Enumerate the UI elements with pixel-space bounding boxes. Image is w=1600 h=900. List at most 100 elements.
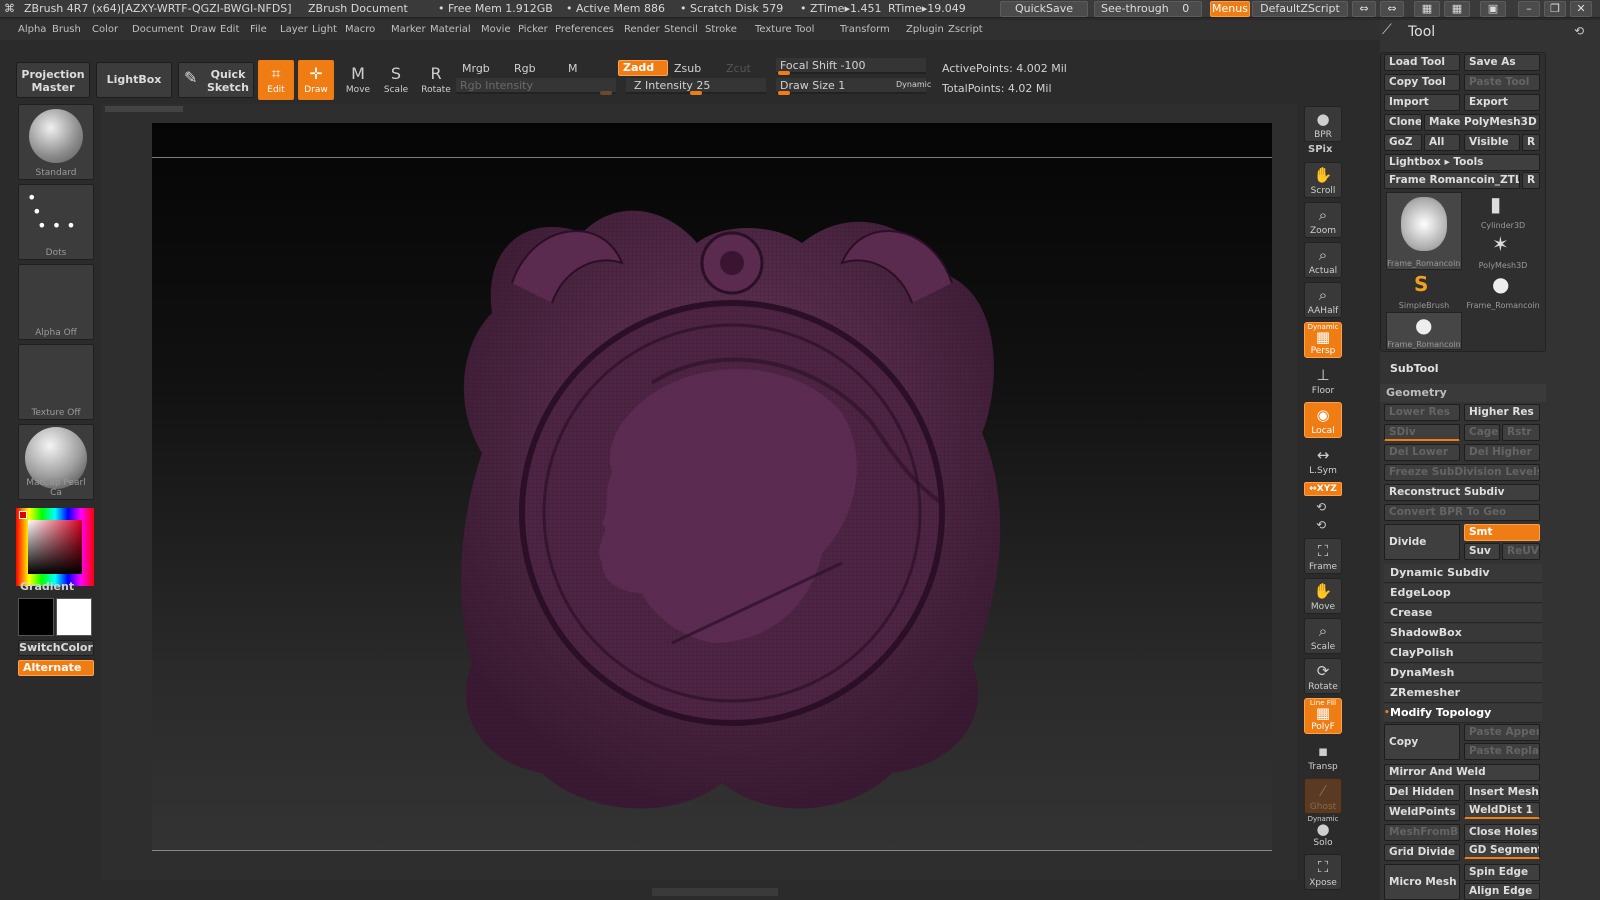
freeze-subdivision-button[interactable]: Freeze SubDivision Levels [1384,464,1540,481]
paste-tool-button[interactable]: Paste Tool [1464,74,1540,91]
tool-thumb-simplebrush[interactable]: S SimpleBrush [1386,272,1462,310]
spix-slider[interactable]: SPix [1308,144,1332,155]
zoom-button[interactable]: ⌕ Zoom [1304,202,1342,238]
default-zscript-button[interactable]: DefaultZScript [1252,1,1348,17]
rgb-button[interactable]: Rgb [514,62,536,75]
quick-sketch-button[interactable]: ✎ Quick Sketch [178,62,254,98]
alpha-selector[interactable]: Alpha Off [18,264,94,340]
move-view-button[interactable]: ✋ Move [1304,578,1342,614]
menu-brush[interactable]: Brush [52,24,81,35]
lock-icon[interactable]: ▣ [1480,1,1506,17]
gd-segments-slider[interactable]: GD Segments [1464,842,1540,859]
close-holes-button[interactable]: Close Holes [1464,824,1540,841]
frame-button[interactable]: ⛶ Frame [1304,538,1342,574]
menu-material[interactable]: Material [430,24,471,35]
copy-button[interactable]: Copy [1384,724,1460,760]
menu-alpha[interactable]: Alpha [18,24,46,35]
all-button[interactable]: All [1424,134,1460,151]
lower-res-button[interactable]: Lower Res [1384,404,1460,421]
rstr-button[interactable]: Rstr [1502,424,1540,441]
sdiv-slider[interactable]: SDiv [1384,424,1460,441]
brush-selector[interactable]: Standard [18,104,94,180]
draw-button[interactable]: ✛ Draw [298,60,334,100]
geometry-header[interactable]: Geometry [1380,384,1546,402]
menu-preferences[interactable]: Preferences [555,24,614,35]
convert-bpr-button[interactable]: Convert BPR To Geo [1384,504,1540,521]
move-button[interactable]: M Move [340,60,376,100]
menu-zscript[interactable]: Zscript [948,24,983,35]
scale-view-button[interactable]: ⌕ Scale [1304,618,1342,654]
menus-button[interactable]: Menus [1210,1,1250,17]
aahalf-button[interactable]: ⌕ AAHalf [1304,282,1342,318]
sculpt-model-frame-romancoin[interactable] [152,123,1272,851]
lightbox-button[interactable]: LightBox [96,62,172,98]
z-intensity-slider[interactable]: Z Intensity 25 [626,78,766,95]
tool-palette-pin-icon[interactable]: ⟋ [1382,22,1392,38]
window-layout-icon[interactable]: ▦ [1414,1,1440,17]
zadd-button[interactable]: Zadd [618,60,668,76]
reuv-button[interactable]: ReUV [1502,543,1540,560]
menu-texture[interactable]: Texture [755,24,792,35]
align-edge-button[interactable]: Align Edge [1464,883,1540,900]
current-tool-slider[interactable]: Frame Romancoin_ZTL [1384,172,1520,189]
menu-marker[interactable]: Marker [391,24,426,35]
scale-button[interactable]: S Scale [378,60,414,100]
mrgb-button[interactable]: Mrgb [462,62,490,75]
load-tool-button[interactable]: Load Tool [1384,54,1460,71]
layout-toggle-2-icon[interactable]: ⇔ [1380,1,1404,17]
menu-light[interactable]: Light [312,24,337,35]
window-layout-2-icon[interactable]: ▦ [1444,1,1470,17]
material-selector[interactable]: MatCap Pearl Ca [18,424,94,500]
subpalette-dynamesh[interactable]: DynaMesh [1384,664,1542,683]
menu-stencil[interactable]: Stencil [664,24,698,35]
cage-button[interactable]: Cage [1464,424,1500,441]
m-button[interactable]: M [568,62,578,75]
subpalette-claypolish[interactable]: ClayPolish [1384,644,1542,663]
r-button[interactable]: R [1522,134,1540,151]
menu-draw[interactable]: Draw [190,24,216,35]
subpalette-zremesher[interactable]: ZRemesher [1384,684,1542,703]
welddist-slider[interactable]: WeldDist 1 [1464,802,1540,819]
clone-button[interactable]: Clone [1384,114,1422,131]
solo-button[interactable]: Dynamic ● Solo [1304,814,1342,850]
paste-append-button[interactable]: Paste Append [1464,724,1540,741]
insert-mesh-button[interactable]: Insert Mesh [1464,784,1540,801]
spin-edge-button[interactable]: Spin Edge [1464,864,1540,881]
suv-toggle[interactable]: Suv [1464,543,1500,560]
transp-button[interactable]: ▪ Transp [1304,738,1342,774]
scroll-button[interactable]: ✋ Scroll [1304,162,1342,198]
subpalette-crease[interactable]: Crease [1384,604,1542,623]
doc-scrollbar[interactable] [105,106,183,112]
color-square[interactable] [28,520,82,574]
zcut-button[interactable]: Zcut [726,62,751,75]
smt-toggle[interactable]: Smt [1464,524,1540,541]
menu-document[interactable]: Document [132,24,184,35]
bottom-tray-handle[interactable] [652,888,778,896]
subpalette-dynamic-subdiv[interactable]: Dynamic Subdiv [1384,564,1542,583]
paste-replace-button[interactable]: Paste Replac [1464,743,1540,760]
subpalette-edgeloop[interactable]: EdgeLoop [1384,584,1542,603]
see-through-slider[interactable]: See-through 0 [1094,1,1202,17]
color-picker[interactable] [16,508,94,586]
tool-palette-reset-icon[interactable]: ⟲ [1574,24,1584,38]
restore-icon[interactable]: ❐ [1544,1,1566,17]
tool-thumb-frame-romancoin-2[interactable]: ● Frame_Romancoin [1466,272,1540,310]
menu-tool[interactable]: Tool [795,24,814,35]
menu-picker[interactable]: Picker [518,24,548,35]
focal-shift-slider[interactable]: Focal Shift -100 [776,58,926,75]
quicksave-button[interactable]: QuickSave [1000,1,1088,17]
copy-tool-button[interactable]: Copy Tool [1384,74,1460,91]
rotate-view-button[interactable]: ⟳ Rotate [1304,658,1342,694]
tool-thumb-frame-romancoin[interactable]: Frame_Romancoin [1386,192,1462,270]
import-button[interactable]: Import [1384,94,1460,111]
bpr-button[interactable]: ● BPR [1304,106,1342,142]
menu-color[interactable]: Color [92,24,118,35]
tool-thumb-frame-romancoin-3[interactable]: ● Frame_Romancoin [1386,312,1462,350]
secondary-color-swatch[interactable] [56,598,92,636]
local-button[interactable]: ◉ Local [1304,402,1342,438]
subtool-header[interactable]: SubTool [1384,360,1542,378]
save-as-button[interactable]: Save As [1464,54,1540,71]
menu-layer[interactable]: Layer [280,24,308,35]
goz-button[interactable]: GoZ [1384,134,1422,151]
del-hidden-button[interactable]: Del Hidden [1384,784,1460,801]
